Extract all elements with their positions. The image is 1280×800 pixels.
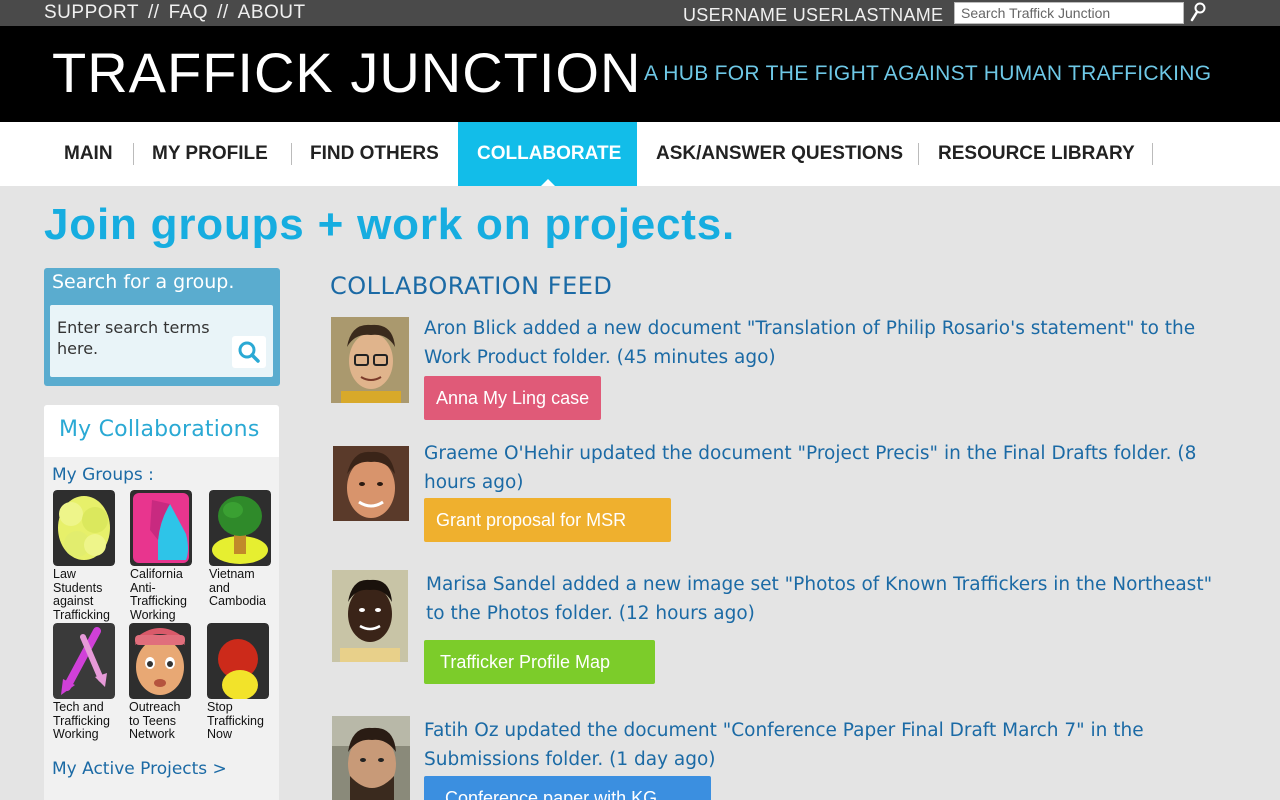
user-avatar[interactable] [333,446,409,521]
purple-arrows-icon [53,623,115,699]
nav-resource-library[interactable]: RESOURCE LIBRARY [938,122,1135,186]
traffic-light-icon [207,623,269,699]
page-headline: Join groups + work on projects. [44,200,736,249]
group-vietnam-cambodia[interactable]: Vietnam and Cambodia [209,490,285,609]
group-search-placeholder: Enter search terms here. [57,318,210,358]
group-california-anti-trafficking[interactable]: California Anti- Trafficking Working [130,490,206,622]
link-separator: // [217,2,229,23]
my-collaborations-panel: My Collaborations My Groups : Law Studen… [44,405,279,800]
feed-item-text: Aron Blick added a new document "Transla… [424,318,1196,368]
nav-divider [133,143,134,165]
main-nav: MAIN MY PROFILE FIND OTHERS COLLABORATE … [0,122,1280,186]
site-title[interactable]: TRAFFICK JUNCTION [52,40,641,105]
site-header: TRAFFICK JUNCTION A HUB FOR THE FIGHT AG… [0,26,1280,122]
feed-item-text: Graeme O'Hehir updated the document "Pro… [424,443,1197,493]
nav-ask-answer-questions[interactable]: ASK/ANSWER QUESTIONS [656,122,903,186]
nav-divider [1152,143,1153,165]
tree-icon [209,490,271,566]
about-link[interactable]: ABOUT [238,2,306,24]
site-search-input[interactable] [954,2,1184,24]
group-name: Tech and Trafficking Working [53,700,110,741]
collaborations-header: My Collaborations [44,405,279,457]
nav-divider [291,143,292,165]
group-name: Outreach to Teens Network [129,700,181,741]
utility-links: SUPPORT // FAQ // ABOUT [44,2,306,24]
support-link[interactable]: SUPPORT [44,2,139,24]
nav-my-profile[interactable]: MY PROFILE [152,122,268,186]
collaborations-title: My Collaborations [59,417,260,442]
search-icon[interactable] [1188,1,1208,23]
project-tag[interactable]: Anna My Ling case [424,376,602,420]
group-tech-trafficking[interactable]: Tech and Trafficking Working [53,623,129,742]
group-law-students[interactable]: Law Students against Trafficking [53,490,129,622]
face-icon [129,623,191,699]
group-name: Vietnam and Cambodia [209,567,266,608]
user-avatar[interactable] [332,716,410,800]
nav-find-others[interactable]: FIND OTHERS [310,122,439,186]
feed-item-text: Fatih Oz updated the document "Conferenc… [424,720,1144,770]
group-name: Stop Trafficking Now [207,700,264,741]
nav-divider [918,143,919,165]
my-active-projects-link[interactable]: My Active Projects > [52,759,227,779]
faq-link[interactable]: FAQ [169,2,209,24]
link-separator: // [148,2,160,23]
nav-collaborate[interactable]: COLLABORATE [458,122,637,186]
project-tag[interactable]: Trafficker Profile Map [424,640,655,684]
pink-teal-shape-icon [130,490,192,566]
group-outreach-teens[interactable]: Outreach to Teens Network [129,623,205,742]
group-search-label: Search for a group. [52,271,235,293]
nav-main[interactable]: MAIN [64,122,113,186]
user-avatar[interactable] [332,570,408,662]
group-search-button[interactable] [232,336,266,368]
site-tagline: A HUB FOR THE FIGHT AGAINST HUMAN TRAFFI… [644,62,1212,85]
project-tag[interactable]: Grant proposal for MSR [424,498,671,542]
group-stop-trafficking-now[interactable]: Stop Trafficking Now [207,623,283,742]
feed-title: COLLABORATION FEED [330,272,613,300]
group-search-panel: Search for a group. Enter search terms h… [44,268,280,386]
username-link[interactable]: USERNAME USERLASTNAME [683,5,943,26]
yellow-blob-icon [53,490,115,566]
project-tag[interactable]: Conference paper with KG [424,776,711,800]
group-name: Law Students against Trafficking [53,567,110,622]
magnifier-icon [238,341,260,363]
my-groups-label[interactable]: My Groups : [52,465,154,485]
group-name: California Anti- Trafficking Working [130,567,187,622]
group-search-input[interactable]: Enter search terms here. [50,305,273,377]
user-avatar[interactable] [331,317,409,403]
feed-item-text: Marisa Sandel added a new image set "Pho… [426,574,1213,624]
utility-bar: SUPPORT // FAQ // ABOUT USERNAME USERLASTNAM… [0,0,1280,26]
